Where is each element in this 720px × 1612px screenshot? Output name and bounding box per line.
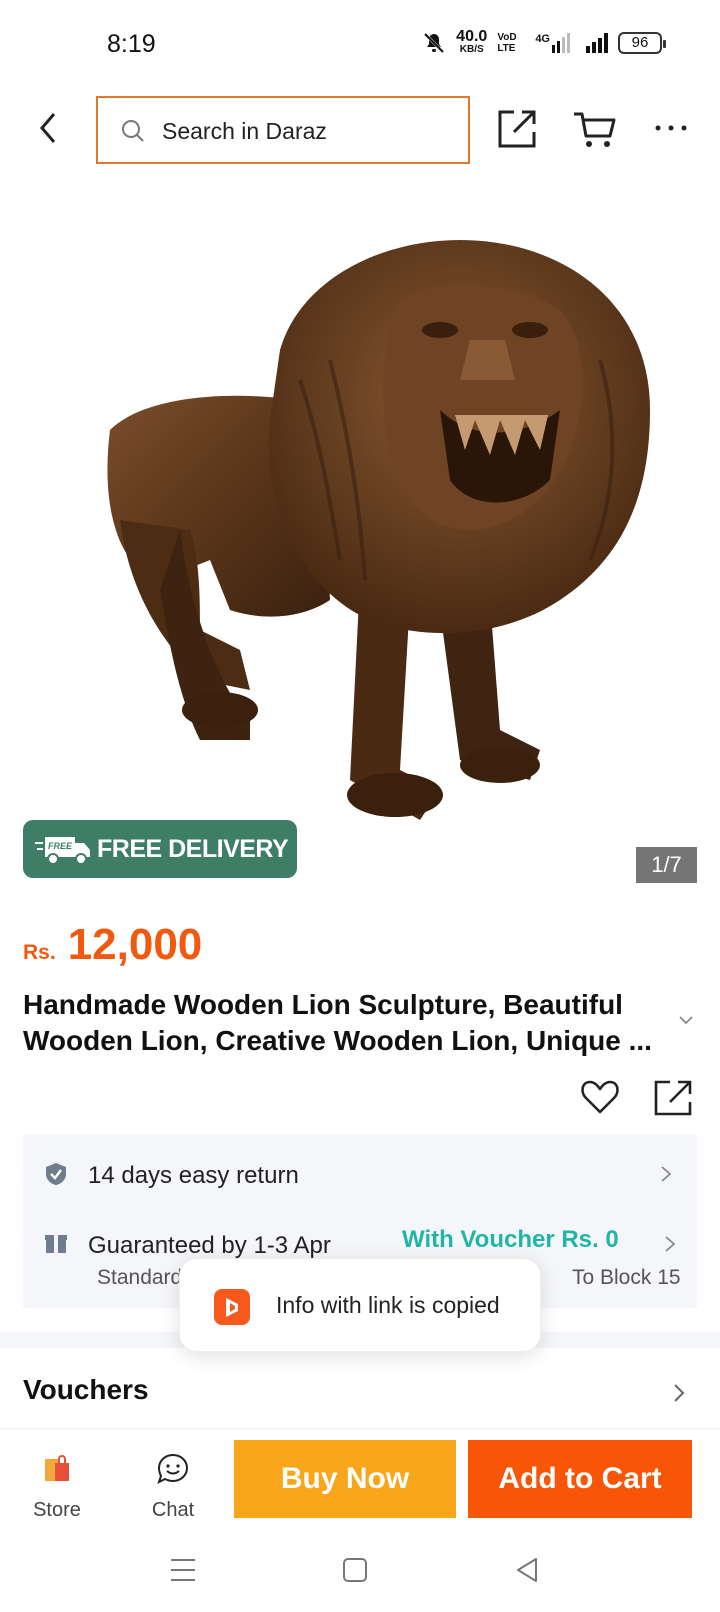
- package-icon: [45, 1235, 67, 1253]
- chat-tab[interactable]: Chat: [128, 1451, 218, 1522]
- status-icons: 40.0 KB/S VoD LTE 4G 96: [422, 28, 666, 56]
- chevron-down-icon[interactable]: [676, 1010, 696, 1030]
- chevron-right-icon: [661, 1166, 672, 1182]
- chat-label: Chat: [151, 1499, 195, 1521]
- free-delivery-badge: FREE FREE DELIVERY: [23, 820, 297, 878]
- vouchers-heading[interactable]: Vouchers: [23, 1374, 149, 1406]
- home-icon[interactable]: [340, 1556, 370, 1584]
- system-nav-bar: [0, 1526, 720, 1612]
- search-icon: [122, 120, 144, 142]
- delivery-location: To Block 15: [572, 1266, 681, 1289]
- back-icon[interactable]: [512, 1556, 542, 1584]
- net-speed: 40.0 KB/S: [456, 28, 488, 56]
- store-label: Store: [33, 1499, 81, 1521]
- back-arrow-icon[interactable]: [34, 108, 62, 148]
- mute-icon: [424, 32, 445, 54]
- net-speed-value: 40.0: [456, 28, 488, 45]
- lion-sculpture-image: [107, 240, 650, 820]
- image-counter: 1/7: [636, 847, 697, 883]
- product-image[interactable]: [0, 180, 720, 900]
- status-bar: 8:19 40.0 KB/S VoD LTE 4G 96: [0, 0, 720, 84]
- chevron-right-icon: [665, 1236, 676, 1252]
- cart-icon[interactable]: [572, 108, 618, 150]
- free-small-label: FREE: [48, 841, 73, 851]
- return-row[interactable]: 14 days easy return: [23, 1144, 697, 1204]
- price-value: 12,000: [67, 920, 203, 969]
- standard-delivery-label: Standard: [97, 1266, 183, 1289]
- delivery-truck-icon: FREE: [35, 837, 90, 865]
- add-to-cart-button[interactable]: Add to Cart: [468, 1440, 692, 1518]
- top-header: Search in Daraz: [0, 90, 720, 170]
- price-currency: Rs.: [23, 941, 56, 964]
- status-time: 8:19: [107, 30, 156, 58]
- menu-icon[interactable]: [168, 1556, 198, 1584]
- share-icon[interactable]: [652, 1078, 694, 1118]
- store-icon: [45, 1455, 69, 1481]
- buy-now-button[interactable]: Buy Now: [234, 1440, 456, 1518]
- more-icon[interactable]: [654, 120, 688, 136]
- share-icon[interactable]: [496, 108, 538, 150]
- shield-check-icon: [46, 1163, 66, 1185]
- guarantee-label: Guaranteed by 1-3 Apr: [88, 1232, 331, 1259]
- search-input[interactable]: Search in Daraz: [96, 96, 470, 164]
- chevron-right-icon[interactable]: [672, 1382, 686, 1404]
- network-type: 4G: [535, 33, 550, 45]
- return-label: 14 days easy return: [88, 1162, 299, 1189]
- wishlist-heart-icon[interactable]: [580, 1078, 620, 1116]
- daraz-logo-icon: [214, 1289, 250, 1325]
- search-placeholder: Search in Daraz: [162, 118, 327, 144]
- price: Rs. 12,000: [23, 920, 202, 970]
- battery-icon: 96: [618, 32, 666, 54]
- delivery-voucher-text: With Voucher Rs. 0: [402, 1226, 619, 1253]
- signal-4g-icon: 4G: [535, 33, 570, 53]
- store-tab[interactable]: Store: [12, 1451, 102, 1522]
- chat-icon: [157, 1453, 189, 1484]
- signal-icon: [586, 33, 608, 53]
- volte-label: VoD LTE: [497, 32, 517, 54]
- bottom-action-bar: Store Chat Buy Now Add to Cart: [0, 1428, 720, 1526]
- free-delivery-label: FREE DELIVERY: [97, 834, 289, 863]
- copied-toast: Info with link is copied: [179, 1258, 541, 1352]
- net-speed-unit: KB/S: [459, 44, 484, 55]
- toast-message: Info with link is copied: [276, 1292, 500, 1318]
- product-title[interactable]: Handmade Wooden Lion Sculpture, Beautifu…: [23, 987, 673, 1059]
